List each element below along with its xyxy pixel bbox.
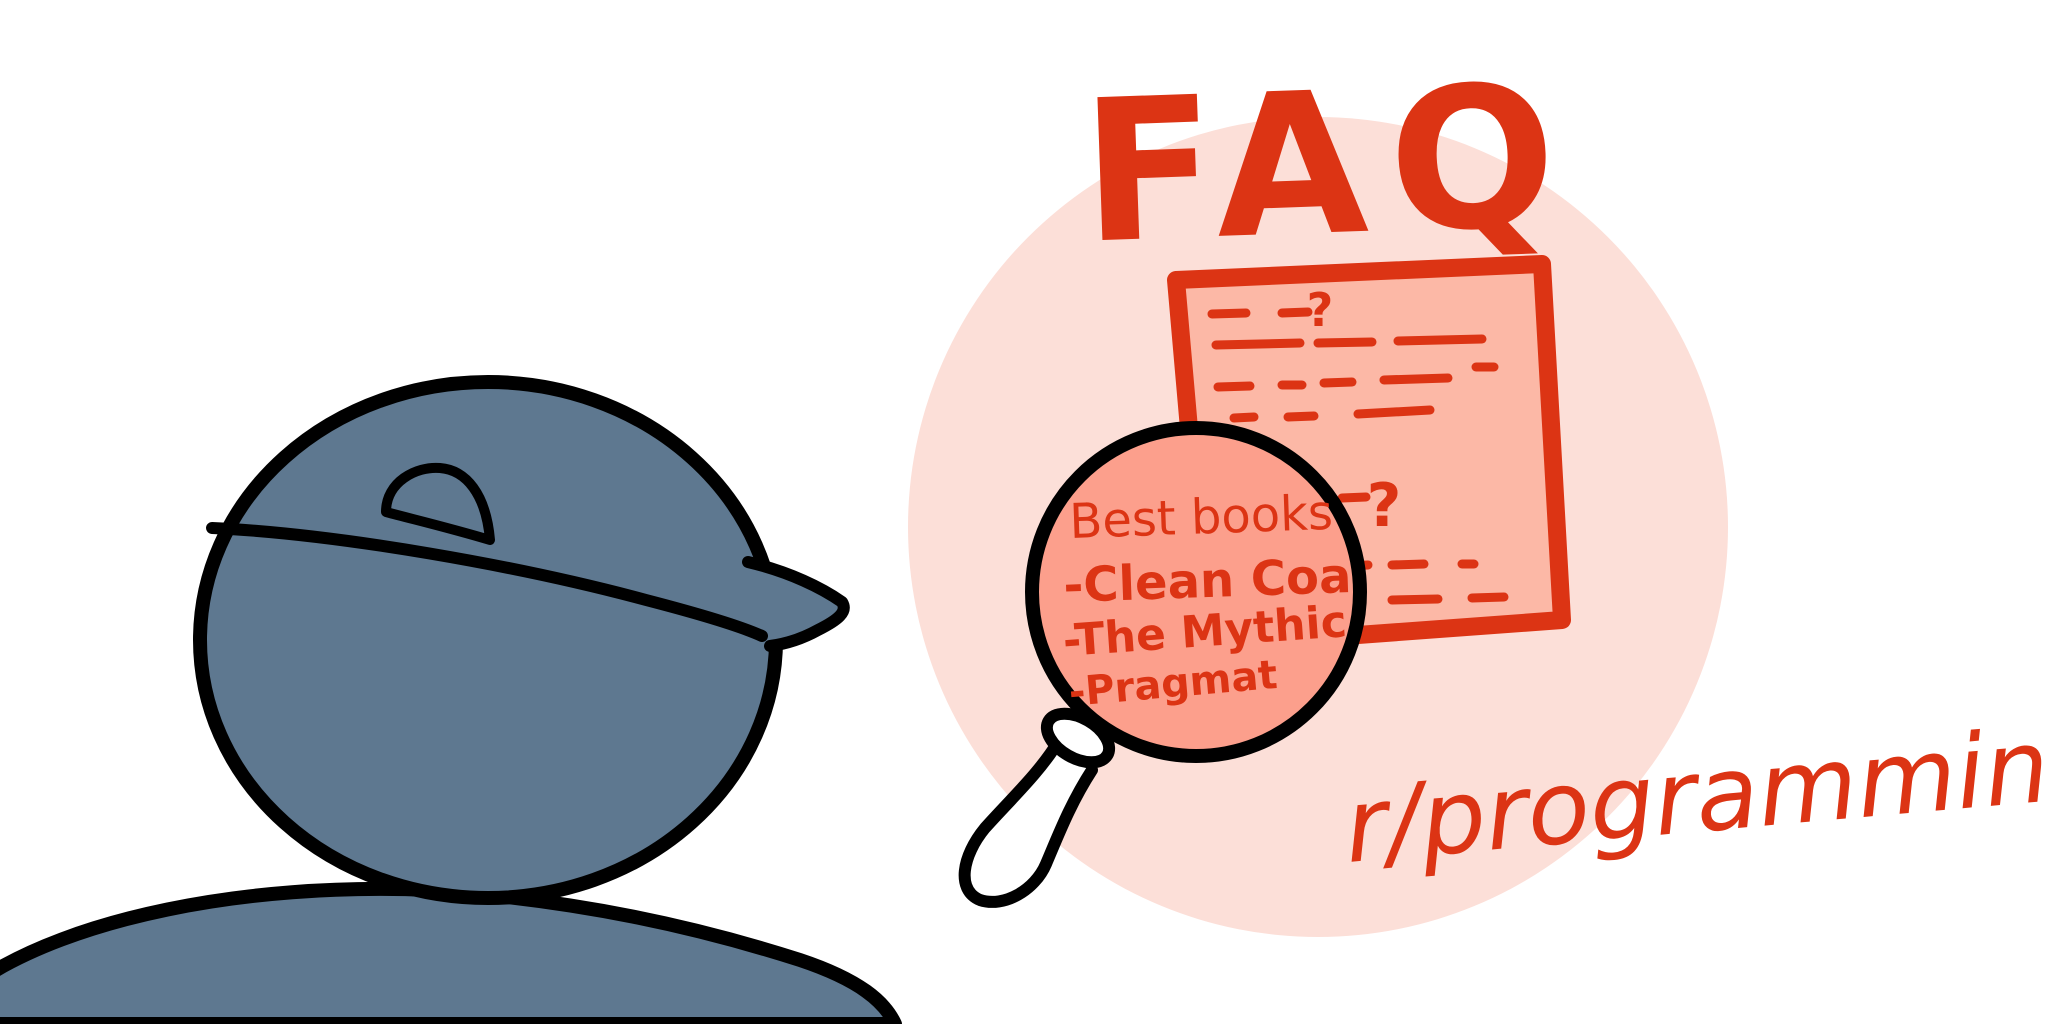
person-shoulders — [0, 881, 902, 1024]
faq-illustration: FAQ ? ? Best books -Clean Coa -The Mythi… — [0, 42, 2048, 1024]
question-mark-2: ? — [1367, 471, 1402, 541]
magnifier-heading: Best books — [1068, 485, 1333, 550]
person-figure — [0, 375, 902, 1024]
person-head — [193, 375, 783, 905]
question-mark-1: ? — [1307, 283, 1334, 337]
faq-title: FAQ — [1078, 42, 1581, 287]
